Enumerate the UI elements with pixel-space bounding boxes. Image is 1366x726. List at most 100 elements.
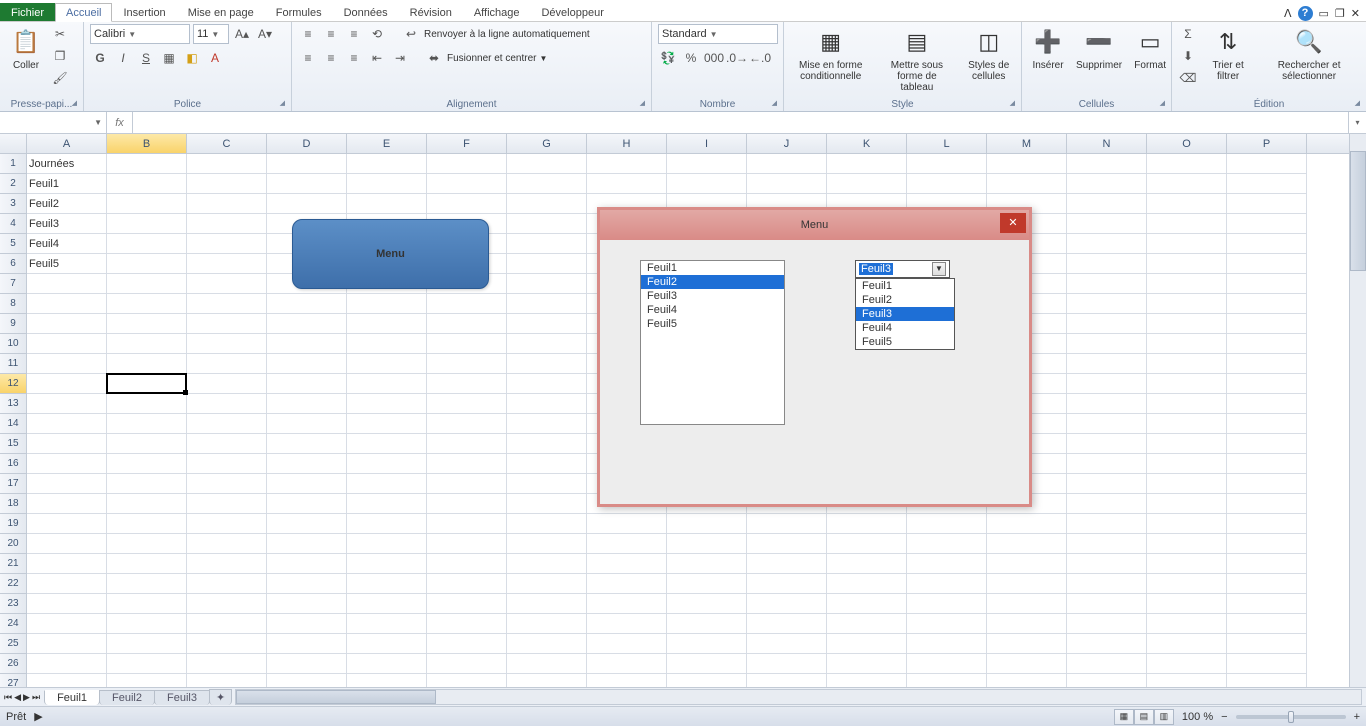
cell[interactable] — [347, 174, 427, 194]
row-header[interactable]: 10 — [0, 334, 26, 354]
cell[interactable] — [987, 534, 1067, 554]
cell[interactable] — [747, 594, 827, 614]
cell[interactable] — [1227, 314, 1307, 334]
cell[interactable] — [187, 254, 267, 274]
indent-decrease-icon[interactable]: ⇤ — [367, 48, 387, 68]
cell[interactable] — [667, 534, 747, 554]
scrollbar-thumb[interactable] — [1350, 151, 1366, 271]
row-header[interactable]: 24 — [0, 614, 26, 634]
cell[interactable] — [347, 154, 427, 174]
close-icon[interactable]: ✕ — [1351, 7, 1360, 20]
cell[interactable] — [1227, 554, 1307, 574]
cell[interactable] — [1147, 454, 1227, 474]
restore-icon[interactable]: ❐ — [1335, 7, 1345, 20]
cell[interactable] — [827, 634, 907, 654]
cell[interactable] — [747, 654, 827, 674]
cell[interactable] — [747, 574, 827, 594]
cell[interactable] — [1067, 554, 1147, 574]
cell[interactable] — [747, 674, 827, 687]
cell[interactable] — [587, 614, 667, 634]
cell[interactable] — [107, 294, 187, 314]
normal-view-icon[interactable]: ▦ — [1114, 709, 1134, 725]
minimize-icon[interactable]: ▭ — [1319, 7, 1329, 20]
cell[interactable] — [347, 434, 427, 454]
combobox-option[interactable]: Feuil4 — [856, 321, 954, 335]
expand-formula-icon[interactable]: ▾ — [1348, 112, 1366, 133]
cell[interactable] — [427, 294, 507, 314]
page-layout-icon[interactable]: ▤ — [1134, 709, 1154, 725]
cell[interactable] — [267, 414, 347, 434]
combobox-option[interactable]: Feuil5 — [856, 335, 954, 349]
format-button[interactable]: ▭Format — [1130, 24, 1170, 73]
zoom-slider[interactable] — [1236, 715, 1346, 719]
cell[interactable] — [107, 534, 187, 554]
zoom-out-icon[interactable]: − — [1221, 711, 1227, 723]
cell[interactable] — [267, 394, 347, 414]
row-header[interactable]: 2 — [0, 174, 26, 194]
cell[interactable] — [187, 674, 267, 687]
row-header[interactable]: 3 — [0, 194, 26, 214]
chevron-down-icon[interactable]: ▼ — [540, 54, 548, 63]
align-right-icon[interactable]: ≡ — [344, 48, 364, 68]
decrease-decimal-icon[interactable]: ←.0 — [750, 48, 770, 68]
decrease-font-icon[interactable]: A▾ — [255, 24, 275, 44]
cell[interactable] — [1227, 494, 1307, 514]
cell[interactable] — [187, 174, 267, 194]
cell[interactable] — [507, 254, 587, 274]
cell[interactable] — [907, 154, 987, 174]
combobox-dropdown[interactable]: Feuil1Feuil2Feuil3Feuil4Feuil5 — [855, 278, 955, 350]
cell[interactable] — [667, 674, 747, 687]
cell[interactable] — [987, 674, 1067, 687]
cell[interactable] — [187, 534, 267, 554]
cell[interactable] — [347, 654, 427, 674]
cell[interactable] — [1067, 254, 1147, 274]
cell[interactable] — [507, 374, 587, 394]
cell[interactable] — [267, 374, 347, 394]
cell[interactable] — [107, 594, 187, 614]
cell[interactable] — [1147, 674, 1227, 687]
cell[interactable] — [507, 534, 587, 554]
cell[interactable] — [107, 414, 187, 434]
cell[interactable] — [347, 374, 427, 394]
cell[interactable] — [827, 594, 907, 614]
cell[interactable] — [507, 274, 587, 294]
cell[interactable] — [427, 654, 507, 674]
row-header[interactable]: 19 — [0, 514, 26, 534]
cell[interactable] — [987, 574, 1067, 594]
cell[interactable] — [747, 154, 827, 174]
cell[interactable] — [1067, 314, 1147, 334]
number-format-combo[interactable]: Standard▼ — [658, 24, 778, 44]
cell[interactable] — [507, 634, 587, 654]
copy-icon[interactable]: ❐ — [50, 46, 70, 66]
cell[interactable] — [507, 354, 587, 374]
tab-affichage[interactable]: Affichage — [463, 3, 531, 21]
column-header[interactable]: B — [107, 134, 187, 153]
page-break-icon[interactable]: ▥ — [1154, 709, 1174, 725]
column-header[interactable]: L — [907, 134, 987, 153]
cell[interactable] — [1067, 354, 1147, 374]
cell[interactable] — [187, 194, 267, 214]
cell[interactable] — [427, 454, 507, 474]
cell[interactable] — [107, 434, 187, 454]
cell[interactable] — [827, 514, 907, 534]
cut-icon[interactable]: ✂ — [50, 24, 70, 44]
cell[interactable] — [27, 314, 107, 334]
cell[interactable] — [347, 194, 427, 214]
cell[interactable] — [427, 334, 507, 354]
cell[interactable]: Feuil1 — [27, 174, 107, 194]
column-header[interactable]: C — [187, 134, 267, 153]
cell[interactable] — [1147, 634, 1227, 654]
row-header[interactable]: 7 — [0, 274, 26, 294]
cell[interactable] — [347, 494, 427, 514]
column-header[interactable]: F — [427, 134, 507, 153]
cell[interactable] — [1067, 474, 1147, 494]
cell[interactable] — [347, 334, 427, 354]
cell[interactable] — [587, 514, 667, 534]
cell[interactable] — [27, 494, 107, 514]
cell[interactable] — [107, 674, 187, 687]
cell[interactable] — [507, 494, 587, 514]
cell[interactable] — [907, 514, 987, 534]
cell[interactable] — [187, 434, 267, 454]
cell[interactable] — [1147, 614, 1227, 634]
cell[interactable] — [427, 374, 507, 394]
